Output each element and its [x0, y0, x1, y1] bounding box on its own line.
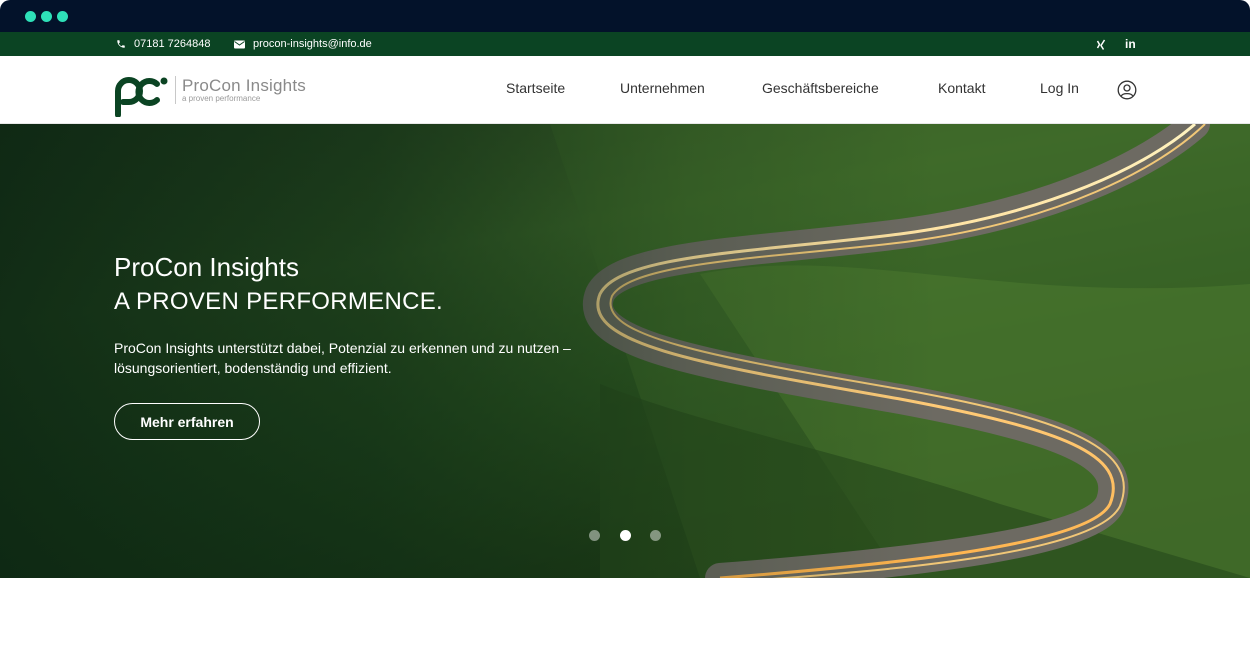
brand-tagline: a proven performance [182, 94, 261, 103]
slider-dot-2[interactable] [620, 530, 631, 541]
hero-title: ProCon Insights [114, 252, 299, 282]
xing-icon [1096, 39, 1106, 50]
main-navigation: ProCon Insights a proven performance Sta… [0, 56, 1250, 124]
nav-startseite[interactable]: Startseite [506, 80, 565, 96]
mail-icon [234, 40, 245, 49]
brand-name: ProCon Insights [182, 76, 306, 95]
email-contact[interactable]: procon-insights@info.de [234, 32, 372, 56]
browser-title-bar [0, 0, 1250, 32]
window-dot-close[interactable] [25, 11, 36, 22]
user-icon [1117, 80, 1137, 100]
mehr-erfahren-button[interactable]: Mehr erfahren [114, 403, 260, 440]
phone-number: 07181 7264848 [134, 38, 211, 50]
window-dot-maximize[interactable] [57, 11, 68, 22]
slider-dot-1[interactable] [589, 530, 600, 541]
email-address: procon-insights@info.de [253, 38, 372, 50]
nav-kontakt[interactable]: Kontakt [938, 80, 985, 96]
nav-geschaeftsbereiche[interactable]: Geschäftsbereiche [762, 80, 879, 96]
hero-slider: ProCon Insights A PROVEN PERFORMENCE. Pr… [0, 124, 1250, 578]
slider-dot-3[interactable] [650, 530, 661, 541]
linkedin-link[interactable]: in [1125, 32, 1136, 56]
contact-bar: 07181 7264848 procon-insights@info.de in [0, 32, 1250, 56]
nav-login[interactable]: Log In [1040, 80, 1079, 96]
logo-divider [175, 76, 176, 104]
window-dot-minimize[interactable] [41, 11, 52, 22]
phone-icon [116, 39, 126, 49]
logo-mark-icon [115, 77, 168, 117]
phone-contact[interactable]: 07181 7264848 [116, 32, 210, 56]
nav-unternehmen[interactable]: Unternehmen [620, 80, 705, 96]
xing-link[interactable] [1096, 32, 1106, 56]
linkedin-icon: in [1125, 37, 1136, 51]
page-content-area [0, 578, 1250, 667]
brand-logo[interactable] [113, 73, 169, 117]
user-account-button[interactable] [1117, 80, 1137, 100]
hero-description: ProCon Insights unterstützt dabei, Poten… [114, 340, 571, 376]
hero-subtitle: A PROVEN PERFORMENCE. [114, 288, 444, 315]
